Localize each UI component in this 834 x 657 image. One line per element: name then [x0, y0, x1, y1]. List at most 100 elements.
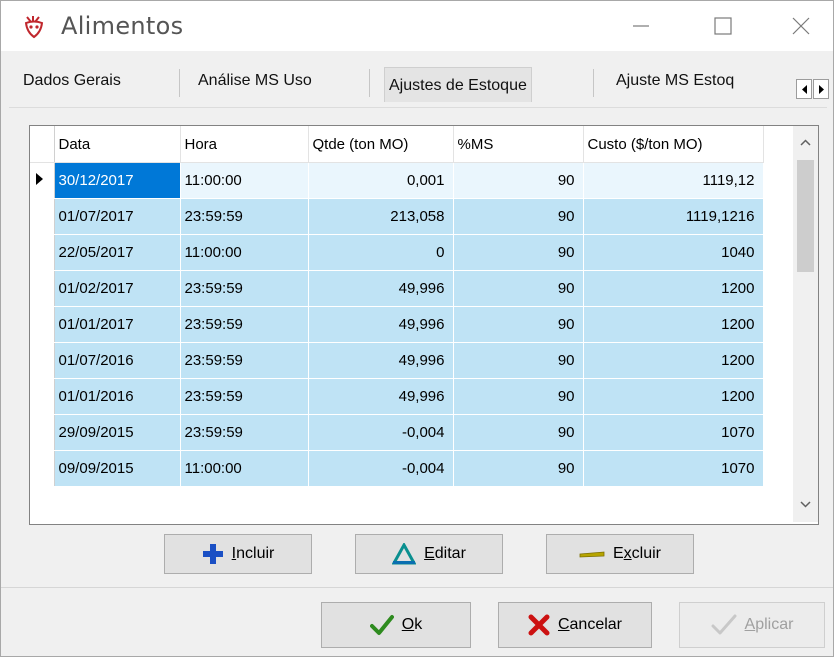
tab-separator — [593, 69, 594, 97]
ok-label-rest: k — [414, 616, 423, 633]
row-indicator — [30, 306, 55, 343]
cell-ms[interactable]: 90 — [453, 342, 584, 379]
cell-hora[interactable]: 23:59:59 — [180, 198, 309, 235]
table-row[interactable]: 30/12/2017 11:00:00 0,001 90 1119,12 — [30, 162, 764, 199]
cell-data[interactable]: 01/07/2017 — [54, 198, 181, 235]
cell-qtde[interactable]: 49,996 — [308, 342, 454, 379]
cell-hora[interactable]: 11:00:00 — [180, 234, 309, 271]
incluir-label: Incluir — [232, 545, 275, 563]
cell-custo[interactable]: 1200 — [583, 378, 764, 415]
title-bar[interactable]: Alimentos — [1, 1, 833, 51]
editar-button[interactable]: Editar — [355, 534, 503, 574]
editar-label: Editar — [424, 545, 466, 563]
cell-ms[interactable]: 90 — [453, 378, 584, 415]
cancelar-mnemonic: C — [557, 616, 570, 633]
excluir-mnemonic: x — [623, 545, 632, 562]
column-header-data[interactable]: Data — [54, 126, 181, 163]
tab-ajustes-de-estoque[interactable]: Ajustes de Estoque — [384, 67, 532, 102]
cell-qtde[interactable]: 49,996 — [308, 378, 454, 415]
tab-strip: Dados Gerais Análise MS Uso Ajustes de E… — [1, 55, 833, 107]
chevron-up-icon — [800, 139, 811, 146]
incluir-button[interactable]: Incluir — [164, 534, 312, 574]
cell-qtde[interactable]: -0,004 — [308, 450, 454, 487]
scrollbar-thumb[interactable] — [797, 160, 814, 272]
cell-qtde[interactable]: 0 — [308, 234, 454, 271]
maximize-button[interactable] — [693, 1, 753, 51]
cell-data[interactable]: 22/05/2017 — [54, 234, 181, 271]
cell-hora[interactable]: 11:00:00 — [180, 450, 309, 487]
minimize-button[interactable] — [611, 1, 671, 51]
edit-icon — [392, 543, 417, 565]
cell-hora[interactable]: 23:59:59 — [180, 270, 309, 307]
ok-label: Ok — [402, 616, 422, 634]
cell-data[interactable]: 01/07/2016 — [54, 342, 181, 379]
cell-ms[interactable]: 90 — [453, 198, 584, 235]
cell-ms[interactable]: 90 — [453, 270, 584, 307]
tab-dados-gerais[interactable]: Dados Gerais — [19, 63, 125, 99]
table-row[interactable]: 01/07/2017 23:59:59 213,058 90 1119,1216 — [30, 198, 764, 235]
add-icon — [202, 544, 223, 564]
cell-custo[interactable]: 1040 — [583, 234, 764, 271]
stock-adjustments-grid[interactable]: Data Hora Qtde (ton MO) %MS Custo ($/ton… — [29, 125, 819, 525]
close-button[interactable] — [771, 1, 831, 51]
tab-ajuste-ms-estoq[interactable]: Ajuste MS Estoq — [612, 63, 800, 99]
tab-scroll-left-button[interactable] — [796, 79, 812, 99]
minimize-icon — [633, 25, 649, 27]
cancelar-label: Cancelar — [558, 616, 622, 634]
tab-analise-ms-uso[interactable]: Análise MS Uso — [194, 63, 316, 99]
cell-qtde[interactable]: -0,004 — [308, 414, 454, 451]
cell-hora[interactable]: 11:00:00 — [180, 162, 309, 199]
table-row[interactable]: 01/02/2017 23:59:59 49,996 90 1200 — [30, 270, 764, 307]
table-row[interactable]: 01/01/2017 23:59:59 49,996 90 1200 — [30, 306, 764, 343]
excluir-button[interactable]: Excluir — [546, 534, 694, 574]
aplicar-mnemonic: A — [744, 616, 756, 633]
column-header-hora[interactable]: Hora — [180, 126, 309, 163]
cell-qtde[interactable]: 49,996 — [308, 306, 454, 343]
cell-qtde[interactable]: 213,058 — [308, 198, 454, 235]
cell-data[interactable]: 01/02/2017 — [54, 270, 181, 307]
cell-ms[interactable]: 90 — [453, 162, 584, 199]
cell-data[interactable]: 29/09/2015 — [54, 414, 181, 451]
cell-qtde[interactable]: 0,001 — [308, 162, 454, 199]
cell-ms[interactable]: 90 — [453, 234, 584, 271]
cell-ms[interactable]: 90 — [453, 450, 584, 487]
cell-custo[interactable]: 1200 — [583, 342, 764, 379]
cell-custo[interactable]: 1070 — [583, 414, 764, 451]
table-row[interactable]: 01/07/2016 23:59:59 49,996 90 1200 — [30, 342, 764, 379]
cell-data[interactable]: 01/01/2016 — [54, 378, 181, 415]
cell-custo[interactable]: 1200 — [583, 270, 764, 307]
cell-ms[interactable]: 90 — [453, 306, 584, 343]
cell-hora[interactable]: 23:59:59 — [180, 378, 309, 415]
cancelar-label-rest: ancelar — [569, 616, 623, 633]
vertical-scrollbar[interactable] — [793, 126, 818, 522]
cell-hora[interactable]: 23:59:59 — [180, 342, 309, 379]
table-row[interactable]: 29/09/2015 23:59:59 -0,004 90 1070 — [30, 414, 764, 451]
cancel-x-icon — [528, 614, 550, 636]
cell-data[interactable]: 30/12/2017 — [54, 162, 181, 199]
cell-hora[interactable]: 23:59:59 — [180, 414, 309, 451]
cell-hora[interactable]: 23:59:59 — [180, 306, 309, 343]
cell-custo[interactable]: 1119,1216 — [583, 198, 764, 235]
column-header-custo[interactable]: Custo ($/ton MO) — [583, 126, 764, 163]
ok-button[interactable]: Ok — [321, 602, 471, 648]
cancelar-button[interactable]: Cancelar — [498, 602, 652, 648]
cell-custo[interactable]: 1200 — [583, 306, 764, 343]
cell-custo[interactable]: 1119,12 — [583, 162, 764, 199]
cell-qtde[interactable]: 49,996 — [308, 270, 454, 307]
column-header-qtde[interactable]: Qtde (ton MO) — [308, 126, 454, 163]
cell-custo[interactable]: 1070 — [583, 450, 764, 487]
scroll-down-button[interactable] — [793, 488, 818, 522]
table-row[interactable]: 09/09/2015 11:00:00 -0,004 90 1070 — [30, 450, 764, 487]
checkmark-icon — [369, 615, 394, 635]
row-indicator — [30, 414, 55, 451]
cell-data[interactable]: 01/01/2017 — [54, 306, 181, 343]
column-header-ms[interactable]: %MS — [453, 126, 584, 163]
cell-data[interactable]: 09/09/2015 — [54, 450, 181, 487]
scroll-up-button[interactable] — [793, 126, 818, 160]
table-row[interactable]: 22/05/2017 11:00:00 0 90 1040 — [30, 234, 764, 271]
table-row[interactable]: 01/01/2016 23:59:59 49,996 90 1200 — [30, 378, 764, 415]
aplicar-button[interactable]: Aplicar — [679, 602, 825, 648]
tab-scroll-right-button[interactable] — [813, 79, 829, 99]
cell-ms[interactable]: 90 — [453, 414, 584, 451]
excluir-label: Excluir — [613, 545, 661, 563]
